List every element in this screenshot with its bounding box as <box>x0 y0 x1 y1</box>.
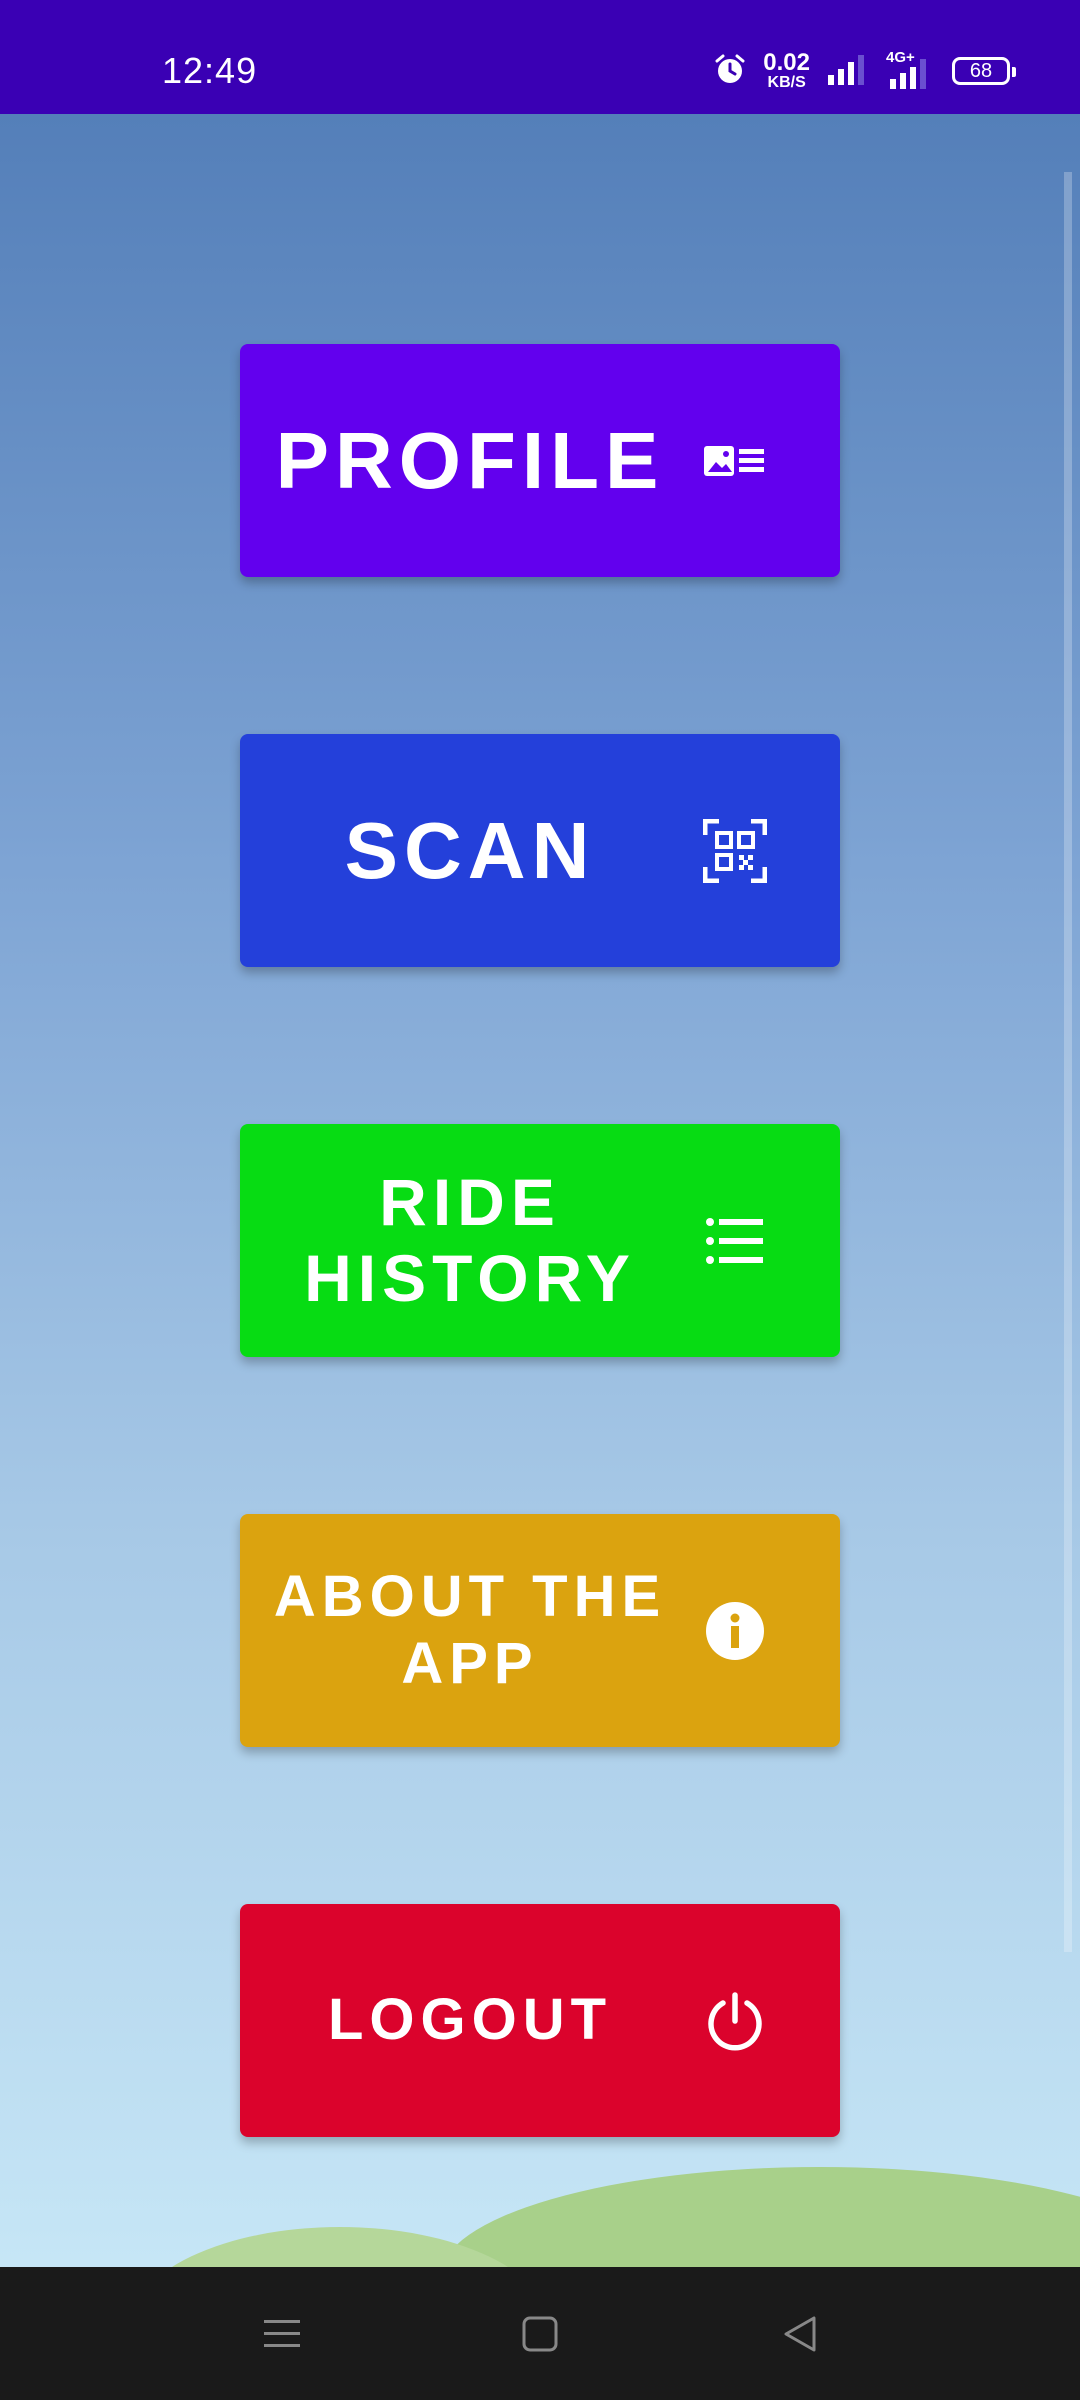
network-speed: 0.02 KB/S <box>763 51 810 91</box>
scrollbar[interactable] <box>1064 172 1072 1952</box>
about-the-app-button-label: ABOUT THE APP <box>273 1563 667 1696</box>
back-icon[interactable] <box>740 2267 860 2400</box>
status-icons: 0.02 KB/S 4G+ 68 <box>713 46 1016 96</box>
battery-level: 68 <box>969 59 993 82</box>
info-icon <box>700 1596 770 1666</box>
network-speed-unit: KB/S <box>767 74 806 91</box>
battery-icon: 68 <box>952 57 1016 85</box>
home-icon[interactable] <box>480 2267 600 2400</box>
signal-4g-icon: 4G+ <box>886 49 936 91</box>
logout-button[interactable]: LOGOUT <box>240 1904 840 2137</box>
system-navigation-bar <box>0 2267 1080 2400</box>
logout-button-label: LOGOUT <box>327 1987 613 2053</box>
profile-button[interactable]: PROFILE <box>240 344 840 577</box>
menu-icon[interactable] <box>222 2267 342 2400</box>
ride-history-button-label: RIDE HISTORY <box>304 1164 636 1315</box>
status-time: 12:49 <box>162 50 258 91</box>
hill-decoration <box>440 2167 1080 2267</box>
ride-history-button[interactable]: RIDE HISTORY <box>240 1124 840 1357</box>
main-content: PROFILE SCAN RIDE HISTORY ABOUT THE APP … <box>0 114 1080 2267</box>
scan-button-label: SCAN <box>344 805 596 895</box>
network-speed-value: 0.02 <box>763 49 810 76</box>
about-the-app-button[interactable]: ABOUT THE APP <box>240 1514 840 1747</box>
list-icon <box>700 1206 770 1276</box>
profile-card-icon <box>700 426 770 496</box>
qr-scan-icon <box>700 816 770 886</box>
signal-strength-icon <box>826 53 870 90</box>
status-bar: 12:49 0.02 KB/S 4G+ 68 <box>0 0 1080 114</box>
profile-button-label: PROFILE <box>275 415 665 505</box>
power-icon <box>700 1986 770 2056</box>
alarm-icon <box>713 52 747 91</box>
scan-button[interactable]: SCAN <box>240 734 840 967</box>
